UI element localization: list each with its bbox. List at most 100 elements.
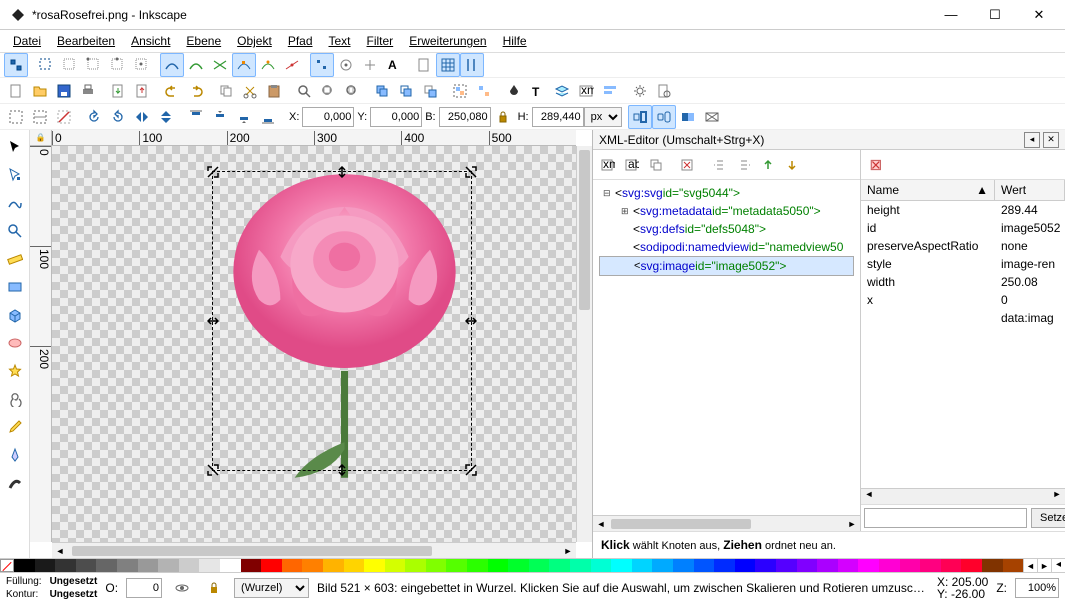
close-button[interactable]: ✕ [1017,1,1061,29]
attr-row[interactable]: height289.44 [861,201,1065,219]
menu-ebene[interactable]: Ebene [179,32,228,50]
pen-tool[interactable] [2,442,28,468]
snap-other-button[interactable] [310,53,334,77]
snap-bbox-edge-button[interactable] [58,53,82,77]
xml-node[interactable]: ⊞<svg:metadata id="metadata5050"> [599,202,854,220]
canvas-hscroll[interactable]: ◄► [52,542,576,558]
xml-dialog-button[interactable]: xml [574,79,598,103]
xml-attr-value-input[interactable] [864,508,1027,528]
palette-swatch[interactable] [467,559,488,572]
palette-swatch[interactable] [858,559,879,572]
opacity-input[interactable] [126,578,162,598]
palette-swatch[interactable] [529,559,550,572]
rect-tool[interactable] [2,274,28,300]
snap-path-button[interactable] [184,53,208,77]
layer-lock-button[interactable] [202,576,226,600]
attr-row[interactable]: x0 [861,291,1065,309]
xml-move-down-button[interactable] [781,154,803,176]
palette-swatch[interactable] [282,559,303,572]
handle-w-icon[interactable] [207,315,219,327]
ellipse-tool[interactable] [2,330,28,356]
raise-button[interactable] [208,105,232,129]
palette-swatch[interactable] [508,559,529,572]
xml-new-element-button[interactable]: xml [597,154,619,176]
select-all-button[interactable] [4,105,28,129]
snap-enable-button[interactable] [4,53,28,77]
deselect-button[interactable] [52,105,76,129]
palette-swatch[interactable] [179,559,200,572]
transform-corners-button[interactable] [652,105,676,129]
handle-se-icon[interactable] [465,464,477,476]
rotate-cw-button[interactable] [106,105,130,129]
palette-swatch[interactable] [241,559,262,572]
palette-swatch[interactable] [797,559,818,572]
palette-swatch[interactable] [591,559,612,572]
text-dialog-button[interactable]: T [526,79,550,103]
palette-swatch[interactable] [117,559,138,572]
new-file-button[interactable] [4,79,28,103]
palette-swatch[interactable] [426,559,447,572]
palette-swatch[interactable] [735,559,756,572]
tweak-tool[interactable] [2,190,28,216]
snap-bbox-button[interactable] [34,53,58,77]
snap-nodes-button[interactable] [160,53,184,77]
palette-swatch[interactable] [323,559,344,572]
palette-swatch[interactable] [838,559,859,572]
menu-text[interactable]: Text [322,32,358,50]
xml-attr-delete-button[interactable] [865,153,889,177]
rotate-ccw-button[interactable] [82,105,106,129]
selector-tool[interactable] [2,134,28,160]
attr-row[interactable]: idimage5052 [861,219,1065,237]
palette-swatch[interactable] [920,559,941,572]
xml-attr-hscroll[interactable]: ◄► [861,488,1065,504]
x-input[interactable] [302,107,354,127]
palette-swatch[interactable] [385,559,406,572]
transform-pattern-button[interactable] [700,105,724,129]
xml-node[interactable]: ⊟<svg:svg id="svg5044"> [599,184,854,202]
xml-new-text-button[interactable]: ab [621,154,643,176]
menu-hilfe[interactable]: Hilfe [496,32,534,50]
layer-select[interactable]: (Wurzel) [234,578,309,598]
menu-pfad[interactable]: Pfad [281,32,320,50]
xml-unindent-button[interactable] [709,154,731,176]
palette-swatch[interactable] [652,559,673,572]
snap-line-midpoint-button[interactable] [280,53,304,77]
copy-button[interactable] [214,79,238,103]
palette-nofill[interactable] [0,559,14,572]
zoom-page-button[interactable] [340,79,364,103]
palette-swatch[interactable] [55,559,76,572]
w-input[interactable] [439,107,491,127]
unlink-clone-button[interactable] [418,79,442,103]
handle-s-icon[interactable] [336,464,348,476]
menu-bearbeiten[interactable]: Bearbeiten [50,32,122,50]
horizontal-ruler[interactable]: 0100200300400500 [52,130,576,146]
snap-text-baseline-button[interactable]: A [382,53,406,77]
palette-swatch[interactable] [900,559,921,572]
menu-objekt[interactable]: Objekt [230,32,279,50]
palette-swatch[interactable] [611,559,632,572]
xml-node[interactable]: <svg:image id="image5052"> [599,256,854,276]
palette-swatch[interactable] [261,559,282,572]
panel-iconify-button[interactable]: ◂ [1024,132,1040,148]
layer-visibility-button[interactable] [170,576,194,600]
palette-swatch[interactable] [405,559,426,572]
lock-aspect-button[interactable] [491,105,515,129]
lower-button[interactable] [232,105,256,129]
palette-scroll-left[interactable]: ◄ [1023,559,1037,572]
spiral-tool[interactable] [2,386,28,412]
palette-swatch[interactable] [1003,559,1024,572]
lower-bottom-button[interactable] [256,105,280,129]
xml-node[interactable]: <sodipodi:namedview id="namedview50 [599,238,854,256]
vertical-ruler[interactable]: 0100200 [30,146,52,542]
snap-cusp-button[interactable] [232,53,256,77]
redo-button[interactable] [184,79,208,103]
zoom-selection-button[interactable] [292,79,316,103]
palette-swatch[interactable] [14,559,35,572]
menu-ansicht[interactable]: Ansicht [124,32,177,50]
duplicate-button[interactable] [370,79,394,103]
flip-horizontal-button[interactable] [130,105,154,129]
star-tool[interactable] [2,358,28,384]
export-button[interactable] [130,79,154,103]
unit-select[interactable]: px [584,107,622,127]
handle-ne-icon[interactable] [465,166,477,178]
